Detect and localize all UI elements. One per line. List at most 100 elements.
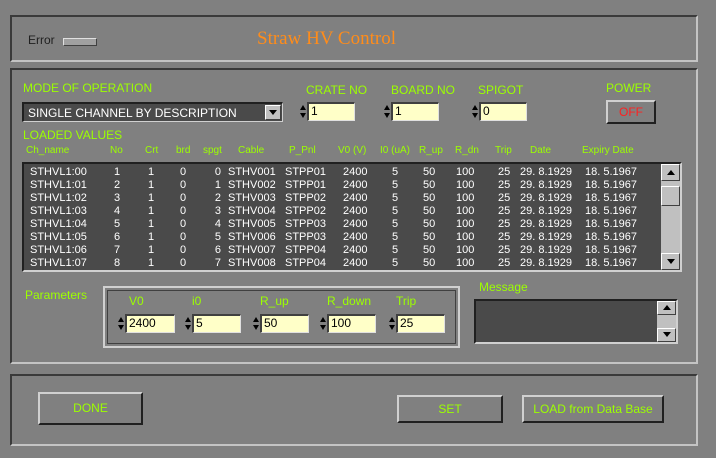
power-button[interactable]: OFF [606,100,656,124]
table-row[interactable]: STHVL1:03 4 1 0 3 STHV004 STPP02 2400 5 50 100 25 29… [26,205,660,218]
table-cell: 50 [423,244,436,256]
table-cell: 100 [456,257,475,269]
v0-spinner-icon[interactable] [118,314,125,333]
table-cell: STHV003 [228,192,276,204]
message-label: Message [479,280,528,294]
mode-label: MODE OF OPERATION [23,81,153,95]
table-cell: 18. 5.1967 [585,244,637,256]
table-row[interactable]: STHVL1:07 8 1 0 7 STHV008 STPP04 2400 5 50 100 25 29… [26,257,660,270]
table-cell: 3 [214,205,221,217]
scroll-thumb[interactable] [661,186,680,206]
scroll-down-icon[interactable] [661,253,680,270]
table-cell: 25 [498,244,511,256]
table-cell: 25 [498,205,511,217]
i0-field[interactable]: 5 [192,314,241,333]
done-button[interactable]: DONE [38,392,143,425]
table-cell: 5 [392,257,399,269]
dropdown-arrow-icon[interactable] [265,105,281,120]
param-label-i0: i0 [192,294,202,308]
param-label-r-up: R_up [260,294,289,308]
board-spinner-icon[interactable] [384,102,391,121]
table-cell: 18. 5.1967 [585,205,637,217]
column-header: Crt [145,145,159,156]
r-down-spinner-icon[interactable] [320,314,327,333]
table-cell: STHV007 [228,244,276,256]
table-row[interactable]: STHVL1:00 1 1 0 0 STHV001 STPP01 2400 5 50 100 25 29… [26,166,660,179]
table-cell: 18. 5.1967 [585,257,637,269]
table-cell: 100 [456,231,475,243]
table-cell: STHVL1:01 [30,179,87,191]
message-scrollbar[interactable] [657,301,676,342]
table-cell: STHV006 [228,231,276,243]
table-row[interactable]: STHVL1:04 5 1 0 4 STHV005 STPP03 2400 5 50 100 25 29… [26,218,660,231]
set-button[interactable]: SET [397,395,503,423]
table-cell: 18. 5.1967 [585,179,637,191]
column-header: P_Pnl [289,145,316,156]
spigot-spinner-icon[interactable] [472,102,479,121]
message-scroll-up-icon[interactable] [657,301,676,315]
table-row[interactable]: STHVL1:02 3 1 0 2 STHV003 STPP02 2400 5 50 100 25 29… [26,192,660,205]
table-cell: 29. 8.1929 [520,205,572,217]
trip-spinner-icon[interactable] [389,314,396,333]
table-cell: STPP04 [285,257,326,269]
r-down-field[interactable]: 100 [327,314,376,333]
trip-field[interactable]: 25 [396,314,445,333]
table-cell: 0 [180,218,187,230]
v0-field[interactable]: 2400 [125,314,175,333]
param-label-r-down: R_down [327,294,372,308]
table-cell: 5 [392,166,399,178]
spigot-field[interactable]: 0 [479,102,527,121]
table-cell: 8 [114,257,121,269]
crate-field[interactable]: 1 [307,102,355,121]
param-label-trip: Trip [396,294,417,308]
column-header: spgt [203,145,222,156]
error-label: Error [28,33,55,47]
table-cell: STHVL1:05 [30,231,87,243]
table-row[interactable]: STHVL1:01 2 1 0 1 STHV002 STPP01 2400 5 50 100 25 29… [26,179,660,192]
loaded-values-label: LOADED VALUES [23,128,123,142]
column-header: No [110,145,123,156]
table-cell: 2400 [343,257,368,269]
table-cell: 1 [148,218,155,230]
table-cell: 5 [392,179,399,191]
message-scroll-down-icon[interactable] [657,328,676,342]
table-cell: STHV001 [228,166,276,178]
mode-dropdown[interactable]: SINGLE CHANNEL BY DESCRIPTION [22,102,283,122]
table-row[interactable]: STHVL1:05 6 1 0 5 STHV006 STPP03 2400 5 50 100 25 29… [26,231,660,244]
table-cell: 25 [498,166,511,178]
loaded-values-table[interactable]: STHVL1:00 1 1 0 0 STHV001 STPP01 2400 5 50 100 25 29… [22,162,682,272]
column-header: R_dn [455,145,479,156]
table-cell: STHV002 [228,179,276,191]
table-cell: 5 [114,218,121,230]
table-cell: STPP02 [285,192,326,204]
table-cell: 100 [456,244,475,256]
table-cell: 29. 8.1929 [520,166,572,178]
table-cell: 4 [114,205,121,217]
message-box[interactable] [474,299,678,344]
table-cell: 25 [498,231,511,243]
table-cell: 100 [456,192,475,204]
r-up-field[interactable]: 50 [260,314,309,333]
table-scrollbar[interactable] [661,164,680,270]
table-cell: STHV004 [228,205,276,217]
table-cell: 50 [423,218,436,230]
table-cell: 1 [148,179,155,191]
r-up-spinner-icon[interactable] [253,314,260,333]
scroll-up-icon[interactable] [661,164,680,181]
spigot-label: SPIGOT [478,83,524,97]
table-cell: 1 [148,166,155,178]
table-cell: STHVL1:04 [30,218,87,230]
crate-spinner-icon[interactable] [300,102,307,121]
table-rows: STHVL1:00 1 1 0 0 STHV001 STPP01 2400 5 50 100 25 29… [26,166,660,270]
table-row[interactable]: STHVL1:06 7 1 0 6 STHV007 STPP04 2400 5 50 100 25 29… [26,244,660,257]
load-from-database-button[interactable]: LOAD from Data Base [522,395,664,423]
table-cell: 2400 [343,244,368,256]
table-cell: 29. 8.1929 [520,257,572,269]
table-cell: 25 [498,192,511,204]
table-cell: STHVL1:06 [30,244,87,256]
table-cell: 5 [392,218,399,230]
table-cell: 1 [148,231,155,243]
i0-spinner-icon[interactable] [185,314,192,333]
board-field[interactable]: 1 [391,102,439,121]
table-cell: 100 [456,218,475,230]
